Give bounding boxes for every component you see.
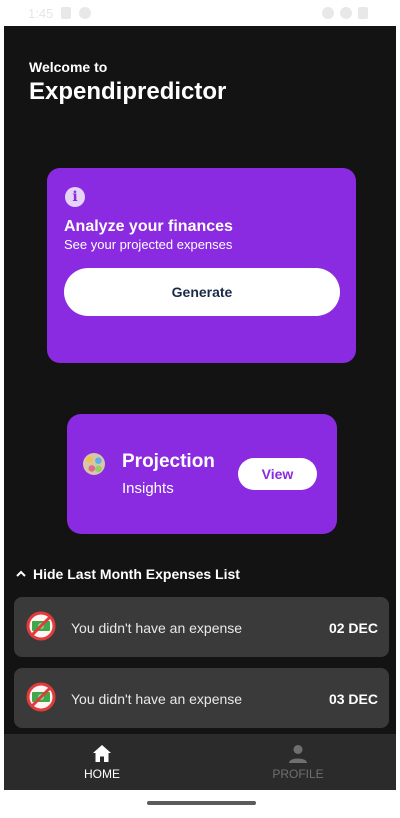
chevron-up-icon (16, 570, 26, 577)
home-gesture-handle[interactable] (147, 801, 256, 805)
projection-card: Projection Insights View (67, 414, 337, 534)
projection-subtitle: Insights (122, 480, 174, 497)
person-icon (289, 744, 307, 763)
status-bar: 1:45 (2, 0, 398, 26)
no-money-icon (26, 682, 56, 712)
expenses-list-toggle-label: Hide Last Month Expenses List (33, 566, 240, 582)
view-button[interactable]: View (238, 458, 317, 490)
expense-date: 02 DEC (328, 620, 378, 636)
wifi-icon (322, 7, 334, 19)
app-title: Expendipredictor (29, 78, 227, 105)
analyze-subtitle: See your projected expenses (64, 237, 233, 252)
expenses-list-toggle[interactable]: Hide Last Month Expenses List (15, 566, 240, 582)
expense-text: You didn't have an expense (71, 620, 243, 636)
nav-item-profile[interactable]: PROFILE (200, 734, 396, 790)
home-icon (93, 744, 111, 762)
nav-item-home[interactable]: HOME (4, 734, 200, 790)
generate-button[interactable]: Generate (64, 268, 340, 316)
bottom-navigation: HOME PROFILE (4, 734, 396, 790)
list-item[interactable]: You didn't have an expense 03 DEC (14, 668, 389, 728)
battery-icon (358, 7, 368, 19)
insights-avatar-icon (83, 453, 105, 475)
device-frame: 1:45 Welcome to Expendipredictor i Analy… (2, 0, 398, 818)
notification-icon (61, 7, 72, 19)
welcome-text: Welcome to (29, 59, 108, 75)
notification-icon (79, 7, 92, 19)
home-screen: Welcome to Expendipredictor i Analyze yo… (4, 26, 396, 734)
expense-text: You didn't have an expense (71, 691, 243, 707)
signal-icon (340, 7, 352, 19)
list-item[interactable]: You didn't have an expense 02 DEC (14, 597, 389, 657)
nav-item-home-label: HOME (84, 766, 120, 781)
analyze-title: Analyze your finances (64, 218, 233, 235)
status-time: 1:45 (28, 5, 54, 21)
no-money-icon (26, 611, 56, 641)
nav-item-profile-label: PROFILE (272, 766, 324, 781)
analyze-card: i Analyze your finances See your project… (47, 168, 356, 363)
gesture-bar (2, 790, 398, 818)
expense-date: 03 DEC (328, 691, 378, 707)
projection-title: Projection (122, 451, 215, 472)
info-icon[interactable]: i (65, 187, 85, 207)
